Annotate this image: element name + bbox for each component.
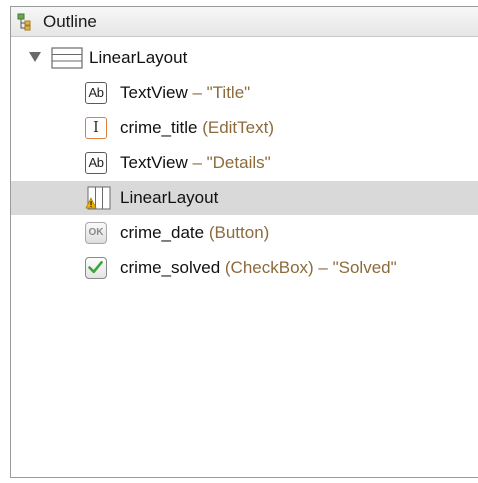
tree-row-crime-solved[interactable]: crime_solved (CheckBox) – "Solved" — [11, 251, 478, 285]
tree-row-crime-title[interactable]: I crime_title (EditText) — [11, 111, 478, 145]
node-name: crime_solved — [120, 258, 221, 277]
tree-node-label: LinearLayout — [89, 48, 188, 67]
tree-node-label: crime_date (Button) — [120, 223, 269, 243]
tree-row-root-linearlayout[interactable]: LinearLayout — [11, 41, 478, 75]
tree-node-label: TextView – "Title" — [120, 83, 250, 103]
tree-row-textview-details[interactable]: Ab TextView – "Details" — [11, 146, 478, 180]
node-description: "Details" — [206, 153, 271, 172]
expand-toggle-icon[interactable] — [29, 52, 41, 62]
node-type: (CheckBox) — [220, 258, 314, 277]
node-name: TextView — [120, 153, 188, 172]
tree-row-textview-title[interactable]: Ab TextView – "Title" — [11, 76, 478, 110]
tree-node-label: crime_solved (CheckBox) – "Solved" — [120, 258, 397, 278]
checkbox-checked-icon — [85, 257, 107, 279]
edittext-cursor-icon: I — [85, 117, 107, 139]
outline-tree-icon — [17, 13, 31, 31]
node-separator: – — [187, 153, 207, 172]
node-separator: – — [313, 258, 333, 277]
node-description: "Solved" — [332, 258, 397, 277]
outline-title: Outline — [43, 12, 97, 31]
tree-node-label: crime_title (EditText) — [120, 118, 274, 138]
node-name: crime_date — [120, 223, 205, 242]
node-description: "Title" — [206, 83, 251, 102]
linear-layout-warning-icon — [85, 186, 111, 210]
textview-ab-icon: Ab — [85, 152, 107, 174]
textview-ab-icon: Ab — [85, 82, 107, 104]
tree-node-label: LinearLayout — [120, 188, 219, 207]
tree-row-nested-linearlayout[interactable]: LinearLayout — [11, 181, 478, 215]
tree-row-crime-date[interactable]: OK crime_date (Button) — [11, 216, 478, 250]
outline-panel: Outline LinearLayout Ab TextView – "Titl… — [10, 6, 478, 478]
node-name: TextView — [120, 83, 188, 102]
linear-layout-icon — [51, 47, 83, 69]
outline-title-bar: Outline — [11, 7, 478, 37]
node-separator: – — [187, 83, 207, 102]
tree-node-label: TextView – "Details" — [120, 153, 271, 173]
node-type: (Button) — [204, 223, 270, 242]
checkmark-icon — [88, 261, 103, 274]
node-type: (EditText) — [197, 118, 274, 137]
node-name: crime_title — [120, 118, 198, 137]
button-ok-icon: OK — [85, 222, 107, 244]
